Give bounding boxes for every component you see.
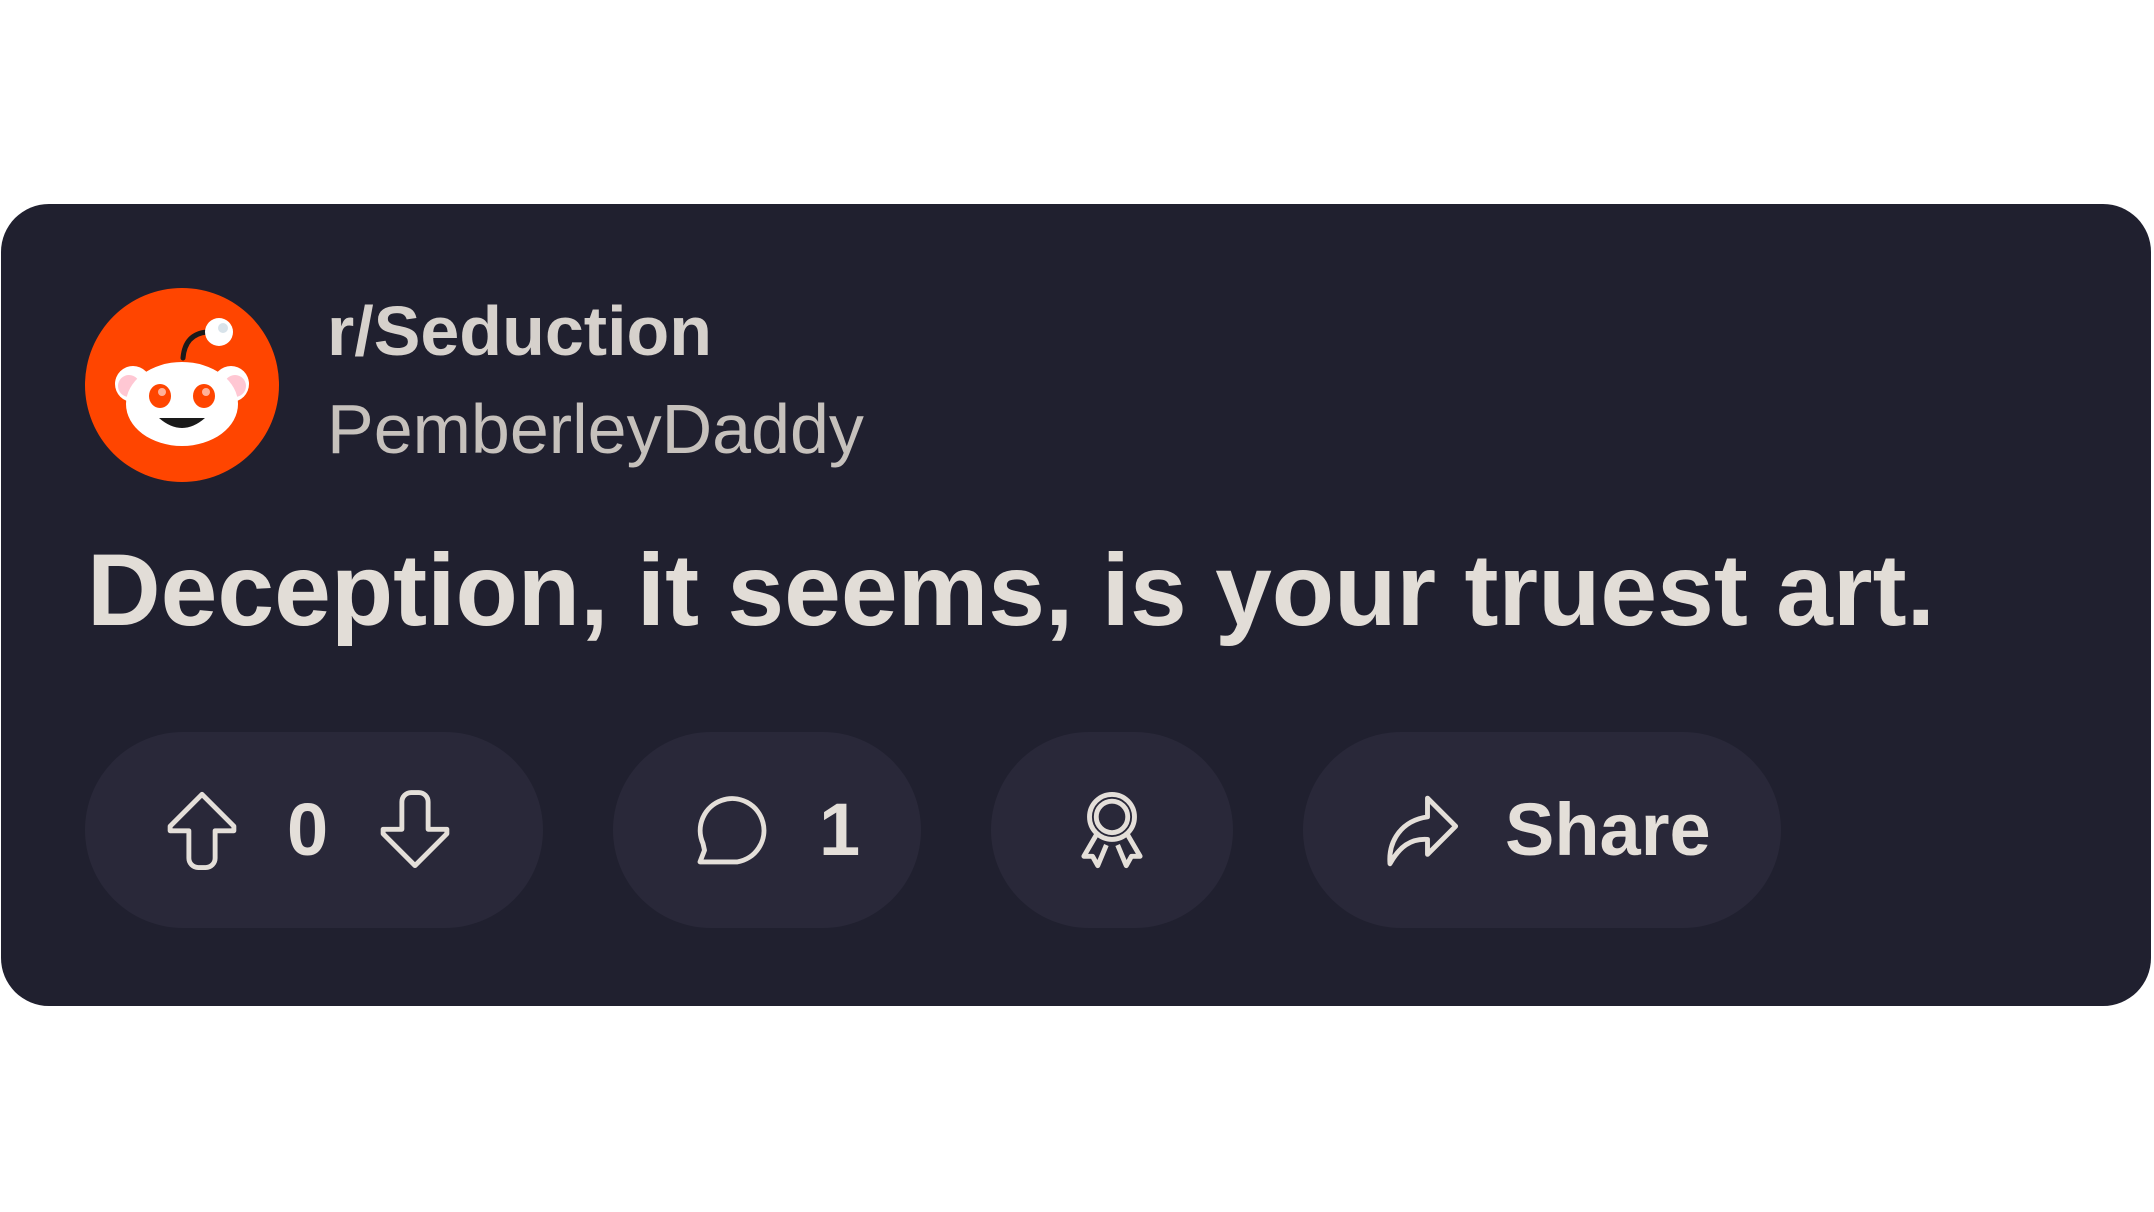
username[interactable]: PemberleyDaddy — [327, 394, 864, 464]
award-ribbon-icon — [1067, 785, 1157, 875]
reddit-snoo-icon[interactable] — [85, 288, 279, 482]
subreddit-name[interactable]: r/Seduction — [327, 296, 712, 366]
share-arrow-icon — [1375, 785, 1465, 875]
comment-button[interactable]: 1 — [613, 732, 921, 928]
speech-bubble-icon — [685, 785, 775, 875]
vote-group: 0 — [85, 732, 543, 928]
share-label: Share — [1505, 788, 1711, 871]
post-title[interactable]: Deception, it seems, is your truest art. — [87, 534, 1935, 646]
vote-count: 0 — [287, 788, 329, 871]
arrow-up-icon[interactable] — [157, 785, 247, 875]
arrow-down-icon[interactable] — [370, 785, 460, 875]
share-button[interactable]: Share — [1303, 732, 1781, 928]
post-card[interactable]: r/Seduction PemberleyDaddy Deception, it… — [1, 204, 2151, 1006]
award-button[interactable] — [991, 732, 1233, 928]
comment-count: 1 — [819, 788, 861, 871]
